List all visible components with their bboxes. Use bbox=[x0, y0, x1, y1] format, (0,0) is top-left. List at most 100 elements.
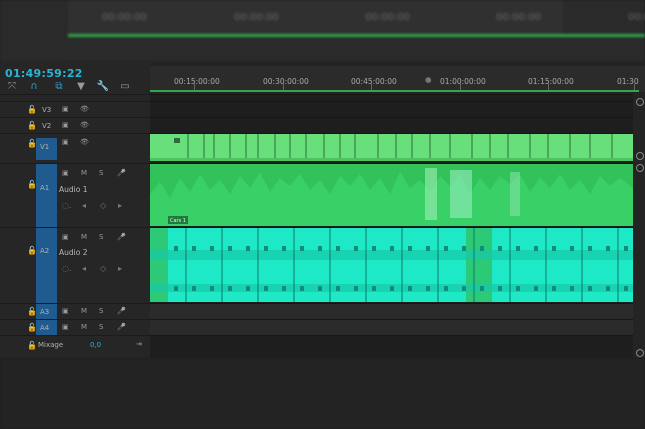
bottom-blurred-panel bbox=[0, 358, 645, 429]
track-row-v3[interactable] bbox=[150, 101, 633, 118]
track-header-v2: 🔓 V2 ▣ 👁 bbox=[0, 117, 150, 134]
monitor-playbar bbox=[68, 34, 645, 37]
track-name: V3 bbox=[42, 106, 52, 114]
add-keyframe-icon[interactable]: ◇ bbox=[100, 201, 106, 210]
next-keyframe-icon[interactable]: ▸ bbox=[118, 264, 122, 273]
ruler-label: 01:00:00:00 bbox=[440, 77, 486, 86]
sync-lock-icon[interactable]: ▣ bbox=[62, 138, 69, 146]
track-name: A1 bbox=[40, 184, 50, 192]
tracks-area: Cars 1 bbox=[150, 94, 633, 359]
track-row-v2[interactable] bbox=[150, 117, 633, 134]
eye-icon[interactable]: 👁 bbox=[80, 121, 89, 129]
marker-icon[interactable]: ▼ bbox=[74, 81, 88, 93]
track-name: A2 bbox=[40, 247, 50, 255]
goto-end-icon[interactable]: ⇥ bbox=[136, 340, 142, 348]
volume-knob-icon[interactable]: ◌. bbox=[62, 201, 72, 210]
track-header-a2: 🔓 A2 ▣ M S 🎤 Audio 2 ◌. ◂ ◇ ▸ bbox=[0, 227, 150, 304]
lock-icon[interactable]: 🔓 bbox=[27, 105, 37, 114]
playhead-marker-icon[interactable]: ● bbox=[425, 75, 432, 84]
monitor-ruler-label: 00:00:00 bbox=[365, 12, 410, 23]
track-row-a4[interactable] bbox=[150, 319, 633, 336]
monitor-ruler: 00:00:00 00:00:00 00:00:00 00:00:00 00:0… bbox=[68, 0, 645, 36]
track-label: Audio 2 bbox=[59, 248, 88, 257]
mic-icon[interactable]: 🎤 bbox=[117, 233, 126, 241]
mute-button[interactable]: M bbox=[81, 169, 87, 177]
ruler-label: 00:15:00:00 bbox=[174, 77, 220, 86]
audio1-clips[interactable]: Cars 1 bbox=[150, 164, 633, 228]
track-name: V2 bbox=[42, 122, 52, 130]
mute-button[interactable]: M bbox=[81, 323, 87, 331]
track-header-a4: 🔓 A4 ▣ M S 🎤 bbox=[0, 319, 150, 336]
wrench-icon[interactable]: 🔧 bbox=[96, 81, 110, 93]
linked-selection-icon[interactable]: ⧉ bbox=[52, 81, 66, 93]
track-header-a3: 🔓 A3 ▣ M S 🎤 bbox=[0, 303, 150, 320]
prev-keyframe-icon[interactable]: ◂ bbox=[82, 264, 86, 273]
scroll-handle-bottom[interactable] bbox=[636, 349, 644, 357]
scroll-handle-top[interactable] bbox=[636, 98, 644, 106]
lock-icon[interactable]: 🔓 bbox=[27, 341, 37, 350]
track-name: V1 bbox=[40, 143, 50, 151]
audio2-clips[interactable] bbox=[150, 228, 633, 304]
volume-knob-icon[interactable]: ◌. bbox=[62, 264, 72, 273]
eye-icon[interactable]: 👁 bbox=[80, 138, 89, 146]
vertical-zoom-scrollbar[interactable] bbox=[633, 94, 645, 358]
track-row-a3[interactable] bbox=[150, 303, 633, 320]
sync-lock-icon[interactable]: ▣ bbox=[62, 121, 69, 129]
program-monitor-strip: 00:00:00 00:00:00 00:00:00 00:00:00 00:0… bbox=[0, 0, 645, 62]
monitor-ruler-label: 00:00:00 bbox=[628, 12, 645, 23]
track-row-mix bbox=[150, 335, 633, 359]
scroll-handle[interactable] bbox=[636, 164, 644, 172]
mute-button[interactable]: M bbox=[81, 233, 87, 241]
track-name: A3 bbox=[40, 308, 50, 316]
solo-button[interactable]: S bbox=[99, 233, 103, 241]
track-label: Audio 1 bbox=[59, 185, 88, 194]
magnet-icon[interactable]: ∩ bbox=[27, 81, 41, 93]
mic-icon[interactable]: 🎤 bbox=[117, 323, 126, 331]
mix-label: Mixage bbox=[38, 341, 64, 349]
ruler-label: 01:15:00:00 bbox=[528, 77, 574, 86]
prev-keyframe-icon[interactable]: ◂ bbox=[82, 201, 86, 210]
track-headers: 🔓 V3 ▣ 👁 🔓 V2 ▣ 👁 🔓 V1 ▣ 👁 🔓 A1 ▣ M S 🎤 … bbox=[0, 94, 150, 358]
mix-volume-value[interactable]: 0,0 bbox=[90, 341, 101, 349]
eye-icon[interactable]: 👁 bbox=[80, 105, 89, 113]
track-header-v1: 🔓 V1 ▣ 👁 bbox=[0, 133, 150, 164]
monitor-ruler-label: 00:00:00 bbox=[496, 12, 541, 23]
track-header-v3: 🔓 V3 ▣ 👁 bbox=[0, 101, 150, 118]
track-row-a1[interactable]: Cars 1 bbox=[150, 163, 633, 228]
track-name: A4 bbox=[40, 324, 50, 332]
lock-icon[interactable]: 🔓 bbox=[27, 121, 37, 130]
ruler-label: 01:30 bbox=[617, 77, 639, 86]
track-header-a1: 🔓 A1 ▣ M S 🎤 Audio 1 ◌. ◂ ◇ ▸ bbox=[0, 163, 150, 228]
playhead-timecode[interactable]: 01:49:59:22 bbox=[5, 67, 83, 80]
mic-icon[interactable]: 🎤 bbox=[117, 307, 126, 315]
track-target-a2[interactable] bbox=[36, 228, 57, 304]
video-clips[interactable] bbox=[150, 134, 633, 164]
sync-lock-icon[interactable]: ▣ bbox=[62, 233, 69, 241]
snap-icon[interactable]: ⤧ bbox=[5, 81, 19, 93]
sync-lock-icon[interactable]: ▣ bbox=[62, 307, 69, 315]
timeline-toolbar: ⤧ ∩ ⧉ ▼ 🔧 ▭ bbox=[0, 81, 150, 95]
sync-lock-icon[interactable]: ▣ bbox=[62, 105, 69, 113]
clip-label: Cars 1 bbox=[170, 218, 186, 224]
monitor-ruler-label: 00:00:00 bbox=[234, 12, 279, 23]
mic-icon[interactable]: 🎤 bbox=[117, 169, 126, 177]
mute-button[interactable]: M bbox=[81, 307, 87, 315]
time-ruler[interactable]: 00:15:00:00 00:30:00:00 00:45:00:00 01:0… bbox=[150, 66, 645, 92]
add-keyframe-icon[interactable]: ◇ bbox=[100, 264, 106, 273]
track-target-a1[interactable] bbox=[36, 164, 57, 228]
ruler-label: 00:30:00:00 bbox=[263, 77, 309, 86]
sync-lock-icon[interactable]: ▣ bbox=[62, 169, 69, 177]
monitor-ruler-label: 00:00:00 bbox=[102, 12, 147, 23]
scroll-handle[interactable] bbox=[636, 152, 644, 160]
sync-lock-icon[interactable]: ▣ bbox=[62, 323, 69, 331]
track-row-v1[interactable] bbox=[150, 133, 633, 164]
captions-icon[interactable]: ▭ bbox=[118, 81, 132, 93]
solo-button[interactable]: S bbox=[99, 323, 103, 331]
solo-button[interactable]: S bbox=[99, 307, 103, 315]
ruler-label: 00:45:00:00 bbox=[351, 77, 397, 86]
track-header-mix: 🔓 Mixage 0,0 ⇥ bbox=[0, 335, 150, 359]
next-keyframe-icon[interactable]: ▸ bbox=[118, 201, 122, 210]
track-row-a2[interactable] bbox=[150, 227, 633, 304]
solo-button[interactable]: S bbox=[99, 169, 103, 177]
work-area-bar[interactable] bbox=[150, 90, 639, 92]
